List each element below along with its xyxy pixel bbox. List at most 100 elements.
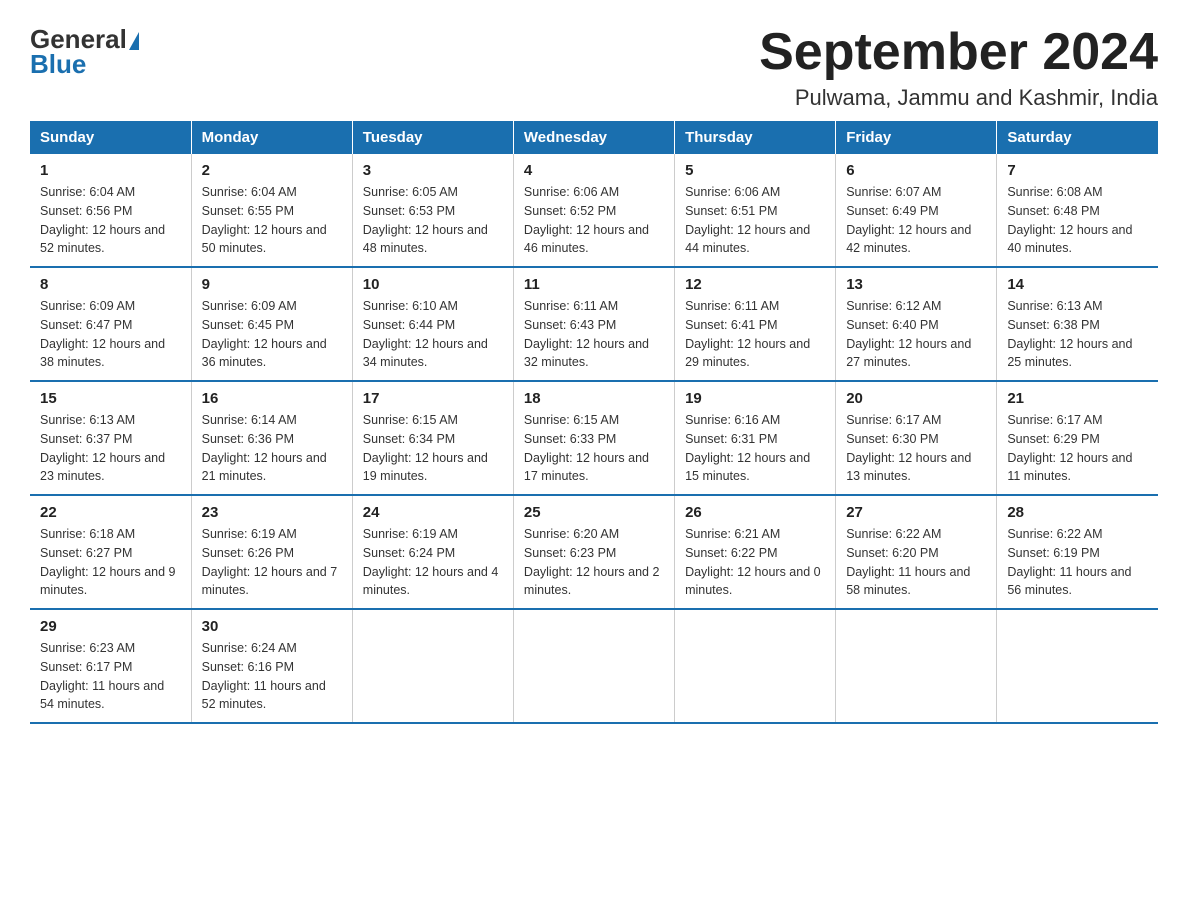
weekday-header-friday: Friday: [836, 121, 997, 154]
day-info: Sunrise: 6:15 AMSunset: 6:33 PMDaylight:…: [524, 413, 649, 483]
calendar-week-row: 22 Sunrise: 6:18 AMSunset: 6:27 PMDaylig…: [30, 495, 1158, 609]
day-info: Sunrise: 6:04 AMSunset: 6:55 PMDaylight:…: [202, 185, 327, 255]
day-number: 14: [1007, 276, 1148, 293]
day-info: Sunrise: 6:11 AMSunset: 6:43 PMDaylight:…: [524, 299, 649, 369]
day-number: 9: [202, 276, 342, 293]
day-info: Sunrise: 6:19 AMSunset: 6:24 PMDaylight:…: [363, 527, 499, 597]
day-info: Sunrise: 6:10 AMSunset: 6:44 PMDaylight:…: [363, 299, 488, 369]
calendar-cell: 8 Sunrise: 6:09 AMSunset: 6:47 PMDayligh…: [30, 267, 191, 381]
day-number: 1: [40, 162, 181, 179]
calendar-cell: 20 Sunrise: 6:17 AMSunset: 6:30 PMDaylig…: [836, 381, 997, 495]
day-info: Sunrise: 6:05 AMSunset: 6:53 PMDaylight:…: [363, 185, 488, 255]
day-info: Sunrise: 6:23 AMSunset: 6:17 PMDaylight:…: [40, 641, 164, 711]
calendar-body: 1 Sunrise: 6:04 AMSunset: 6:56 PMDayligh…: [30, 154, 1158, 723]
calendar-cell: 7 Sunrise: 6:08 AMSunset: 6:48 PMDayligh…: [997, 154, 1158, 267]
day-number: 27: [846, 504, 986, 521]
calendar-cell: 25 Sunrise: 6:20 AMSunset: 6:23 PMDaylig…: [513, 495, 674, 609]
weekday-header-sunday: Sunday: [30, 121, 191, 154]
day-number: 20: [846, 390, 986, 407]
day-info: Sunrise: 6:22 AMSunset: 6:19 PMDaylight:…: [1007, 527, 1131, 597]
day-number: 8: [40, 276, 181, 293]
day-number: 21: [1007, 390, 1148, 407]
day-info: Sunrise: 6:18 AMSunset: 6:27 PMDaylight:…: [40, 527, 176, 597]
day-number: 3: [363, 162, 503, 179]
day-number: 24: [363, 504, 503, 521]
calendar-cell: 18 Sunrise: 6:15 AMSunset: 6:33 PMDaylig…: [513, 381, 674, 495]
day-number: 12: [685, 276, 825, 293]
day-number: 17: [363, 390, 503, 407]
weekday-header-thursday: Thursday: [675, 121, 836, 154]
calendar-header: SundayMondayTuesdayWednesdayThursdayFrid…: [30, 121, 1158, 154]
day-info: Sunrise: 6:19 AMSunset: 6:26 PMDaylight:…: [202, 527, 338, 597]
calendar-cell: 29 Sunrise: 6:23 AMSunset: 6:17 PMDaylig…: [30, 609, 191, 723]
calendar-cell: 17 Sunrise: 6:15 AMSunset: 6:34 PMDaylig…: [352, 381, 513, 495]
day-number: 11: [524, 276, 664, 293]
day-info: Sunrise: 6:12 AMSunset: 6:40 PMDaylight:…: [846, 299, 971, 369]
calendar-week-row: 8 Sunrise: 6:09 AMSunset: 6:47 PMDayligh…: [30, 267, 1158, 381]
day-number: 22: [40, 504, 181, 521]
calendar-cell: 27 Sunrise: 6:22 AMSunset: 6:20 PMDaylig…: [836, 495, 997, 609]
day-number: 10: [363, 276, 503, 293]
calendar-cell: 3 Sunrise: 6:05 AMSunset: 6:53 PMDayligh…: [352, 154, 513, 267]
day-number: 29: [40, 618, 181, 635]
calendar-cell: [513, 609, 674, 723]
day-number: 30: [202, 618, 342, 635]
calendar-week-row: 15 Sunrise: 6:13 AMSunset: 6:37 PMDaylig…: [30, 381, 1158, 495]
day-info: Sunrise: 6:06 AMSunset: 6:51 PMDaylight:…: [685, 185, 810, 255]
day-number: 7: [1007, 162, 1148, 179]
logo-blue-text: Blue: [30, 49, 86, 80]
logo: General Blue: [30, 24, 139, 80]
calendar-title: September 2024: [759, 24, 1158, 81]
day-number: 25: [524, 504, 664, 521]
day-info: Sunrise: 6:09 AMSunset: 6:45 PMDaylight:…: [202, 299, 327, 369]
calendar-cell: 11 Sunrise: 6:11 AMSunset: 6:43 PMDaylig…: [513, 267, 674, 381]
day-number: 6: [846, 162, 986, 179]
calendar-cell: [675, 609, 836, 723]
calendar-cell: 16 Sunrise: 6:14 AMSunset: 6:36 PMDaylig…: [191, 381, 352, 495]
calendar-cell: [997, 609, 1158, 723]
calendar-week-row: 1 Sunrise: 6:04 AMSunset: 6:56 PMDayligh…: [30, 154, 1158, 267]
day-number: 13: [846, 276, 986, 293]
calendar-cell: 12 Sunrise: 6:11 AMSunset: 6:41 PMDaylig…: [675, 267, 836, 381]
day-info: Sunrise: 6:22 AMSunset: 6:20 PMDaylight:…: [846, 527, 970, 597]
day-info: Sunrise: 6:20 AMSunset: 6:23 PMDaylight:…: [524, 527, 660, 597]
day-number: 28: [1007, 504, 1148, 521]
day-info: Sunrise: 6:09 AMSunset: 6:47 PMDaylight:…: [40, 299, 165, 369]
day-info: Sunrise: 6:15 AMSunset: 6:34 PMDaylight:…: [363, 413, 488, 483]
calendar-cell: 9 Sunrise: 6:09 AMSunset: 6:45 PMDayligh…: [191, 267, 352, 381]
title-block: September 2024 Pulwama, Jammu and Kashmi…: [759, 24, 1158, 111]
calendar-cell: [836, 609, 997, 723]
day-number: 23: [202, 504, 342, 521]
calendar-cell: 4 Sunrise: 6:06 AMSunset: 6:52 PMDayligh…: [513, 154, 674, 267]
weekday-header-tuesday: Tuesday: [352, 121, 513, 154]
day-info: Sunrise: 6:17 AMSunset: 6:29 PMDaylight:…: [1007, 413, 1132, 483]
calendar-table: SundayMondayTuesdayWednesdayThursdayFrid…: [30, 121, 1158, 724]
day-number: 16: [202, 390, 342, 407]
calendar-subtitle: Pulwama, Jammu and Kashmir, India: [759, 85, 1158, 111]
calendar-cell: 1 Sunrise: 6:04 AMSunset: 6:56 PMDayligh…: [30, 154, 191, 267]
day-info: Sunrise: 6:16 AMSunset: 6:31 PMDaylight:…: [685, 413, 810, 483]
day-info: Sunrise: 6:04 AMSunset: 6:56 PMDaylight:…: [40, 185, 165, 255]
weekday-header-wednesday: Wednesday: [513, 121, 674, 154]
calendar-cell: 5 Sunrise: 6:06 AMSunset: 6:51 PMDayligh…: [675, 154, 836, 267]
day-info: Sunrise: 6:24 AMSunset: 6:16 PMDaylight:…: [202, 641, 326, 711]
day-number: 5: [685, 162, 825, 179]
calendar-cell: 26 Sunrise: 6:21 AMSunset: 6:22 PMDaylig…: [675, 495, 836, 609]
calendar-cell: 2 Sunrise: 6:04 AMSunset: 6:55 PMDayligh…: [191, 154, 352, 267]
day-number: 4: [524, 162, 664, 179]
calendar-cell: [352, 609, 513, 723]
weekday-header-row: SundayMondayTuesdayWednesdayThursdayFrid…: [30, 121, 1158, 154]
calendar-cell: 6 Sunrise: 6:07 AMSunset: 6:49 PMDayligh…: [836, 154, 997, 267]
weekday-header-saturday: Saturday: [997, 121, 1158, 154]
calendar-cell: 28 Sunrise: 6:22 AMSunset: 6:19 PMDaylig…: [997, 495, 1158, 609]
day-number: 18: [524, 390, 664, 407]
calendar-week-row: 29 Sunrise: 6:23 AMSunset: 6:17 PMDaylig…: [30, 609, 1158, 723]
calendar-cell: 10 Sunrise: 6:10 AMSunset: 6:44 PMDaylig…: [352, 267, 513, 381]
day-info: Sunrise: 6:07 AMSunset: 6:49 PMDaylight:…: [846, 185, 971, 255]
page-header: General Blue September 2024 Pulwama, Jam…: [30, 24, 1158, 111]
weekday-header-monday: Monday: [191, 121, 352, 154]
calendar-cell: 13 Sunrise: 6:12 AMSunset: 6:40 PMDaylig…: [836, 267, 997, 381]
day-info: Sunrise: 6:17 AMSunset: 6:30 PMDaylight:…: [846, 413, 971, 483]
day-info: Sunrise: 6:08 AMSunset: 6:48 PMDaylight:…: [1007, 185, 1132, 255]
day-info: Sunrise: 6:06 AMSunset: 6:52 PMDaylight:…: [524, 185, 649, 255]
